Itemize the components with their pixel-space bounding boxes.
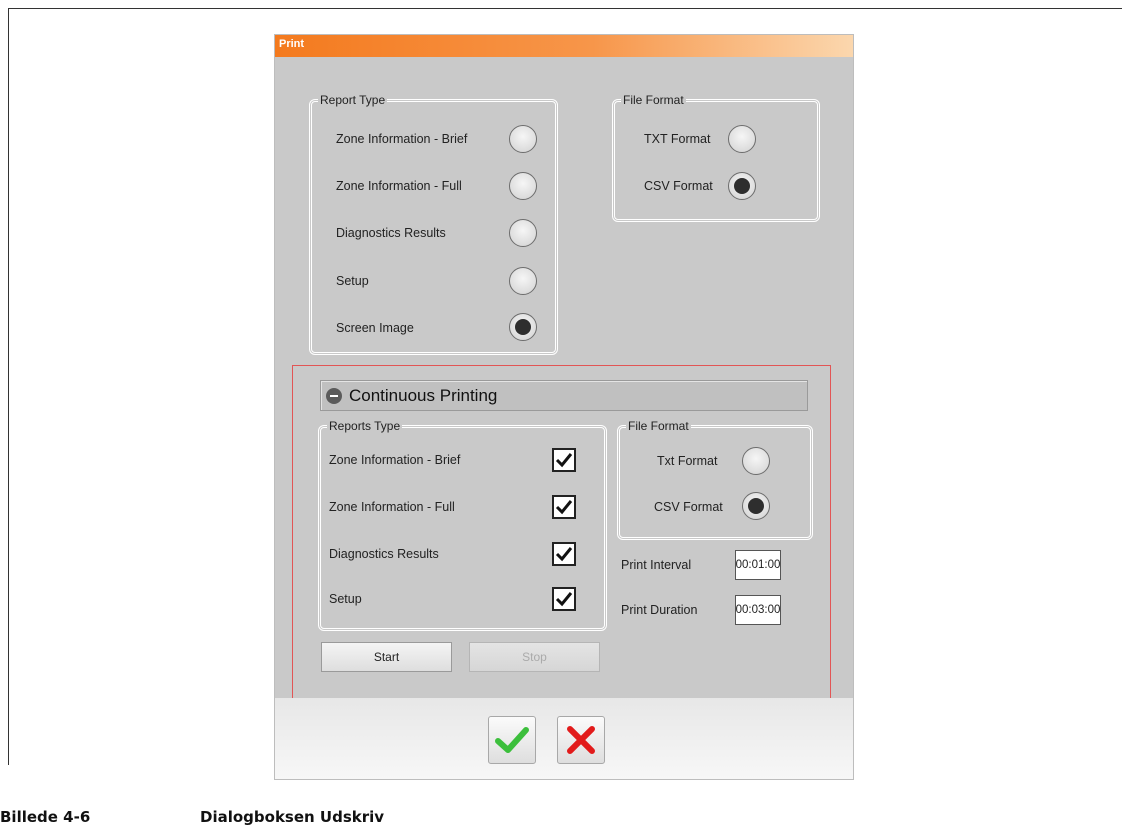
checkbox-zone-info-brief[interactable]	[552, 448, 576, 472]
check-icon	[555, 547, 573, 562]
check-icon	[555, 453, 573, 468]
dialog-title: Print	[279, 38, 305, 50]
check-icon	[555, 592, 573, 607]
reports-type-group: Reports Type Zone Information - Brief Zo…	[318, 419, 607, 631]
report-type-group: Report Type Zone Information - Brief Zon…	[309, 93, 558, 355]
check-icon	[555, 500, 573, 515]
continuous-file-format-label: Txt Format	[657, 454, 718, 468]
print-dialog: Print Report Type Zone Information - Bri…	[275, 35, 853, 779]
radio-screen-image[interactable]	[509, 313, 537, 341]
radio-csv-format[interactable]	[728, 172, 756, 200]
collapse-icon[interactable]	[326, 388, 342, 404]
radio-zone-info-full[interactable]	[509, 172, 537, 200]
reports-type-label: Diagnostics Results	[329, 547, 439, 561]
radio-continuous-txt-format[interactable]	[742, 447, 770, 475]
report-type-label: Screen Image	[336, 321, 414, 335]
checkbox-zone-info-full[interactable]	[552, 495, 576, 519]
report-type-label: Diagnostics Results	[336, 226, 446, 240]
file-format-label: CSV Format	[644, 179, 713, 193]
print-interval-field[interactable]: 00:01:00	[735, 550, 781, 580]
radio-txt-format[interactable]	[728, 125, 756, 153]
radio-continuous-csv-format[interactable]	[742, 492, 770, 520]
reports-type-legend: Reports Type	[327, 419, 403, 433]
ok-button[interactable]	[488, 716, 536, 764]
continuous-printing-title: Continuous Printing	[349, 386, 498, 405]
figure-caption: Dialogboksen Udskriv	[200, 808, 385, 826]
radio-zone-info-brief[interactable]	[509, 125, 537, 153]
checkmark-icon	[495, 727, 529, 753]
figure-number: Billede 4-6	[0, 808, 91, 826]
reports-type-label: Setup	[329, 592, 362, 606]
file-format-group: File Format TXT Format CSV Format	[612, 93, 820, 222]
radio-setup[interactable]	[509, 267, 537, 295]
file-format-label: TXT Format	[644, 132, 711, 146]
print-duration-field[interactable]: 00:03:00	[735, 595, 781, 625]
reports-type-label: Zone Information - Full	[329, 500, 455, 514]
title-bar[interactable]: Print	[275, 35, 853, 57]
checkbox-diagnostics-results[interactable]	[552, 542, 576, 566]
continuous-file-format-label: CSV Format	[654, 500, 723, 514]
continuous-file-format-group: File Format Txt Format CSV Format	[617, 419, 813, 540]
stop-button[interactable]: Stop	[469, 642, 600, 672]
print-duration-label: Print Duration	[621, 603, 698, 617]
print-interval-label: Print Interval	[621, 558, 692, 572]
cancel-button[interactable]	[557, 716, 605, 764]
x-icon	[567, 726, 595, 754]
radio-diagnostics-results[interactable]	[509, 219, 537, 247]
report-type-label: Setup	[336, 274, 369, 288]
report-type-label: Zone Information - Brief	[336, 132, 468, 146]
report-type-legend: Report Type	[318, 93, 388, 107]
report-type-label: Zone Information - Full	[336, 179, 462, 193]
continuous-file-format-legend: File Format	[626, 419, 691, 433]
continuous-printing-header[interactable]: Continuous Printing	[320, 380, 808, 411]
start-button[interactable]: Start	[321, 642, 452, 672]
reports-type-label: Zone Information - Brief	[329, 453, 461, 467]
file-format-legend: File Format	[621, 93, 686, 107]
checkbox-setup[interactable]	[552, 587, 576, 611]
